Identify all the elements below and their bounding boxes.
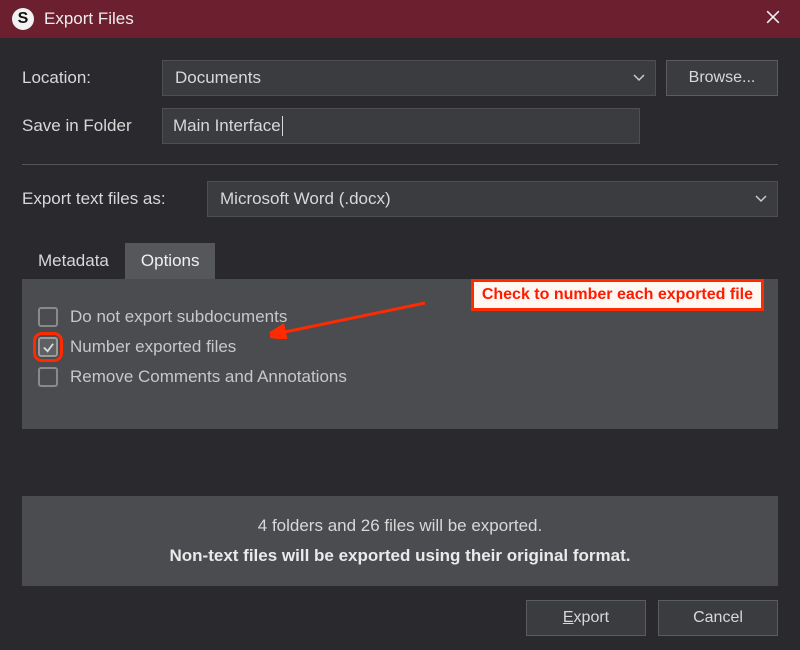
titlebar: S Export Files [0, 0, 800, 38]
export-button[interactable]: Export [526, 600, 646, 636]
status-panel: 4 folders and 26 files will be exported.… [22, 496, 778, 586]
format-value: Microsoft Word (.docx) [220, 189, 391, 209]
checkbox-number-files[interactable] [38, 337, 58, 357]
location-combo[interactable]: Documents [162, 60, 656, 96]
close-icon[interactable] [758, 10, 788, 28]
tab-options[interactable]: Options [125, 243, 216, 279]
export-dialog: S Export Files Location: Documents Brows… [0, 0, 800, 650]
folder-value: Main Interface [173, 116, 281, 136]
option-remove-label: Remove Comments and Annotations [70, 367, 347, 387]
annotation-highlight [36, 335, 60, 359]
format-combo[interactable]: Microsoft Word (.docx) [207, 181, 778, 217]
location-label: Location: [22, 68, 152, 88]
tabs: Metadata Options [22, 243, 778, 279]
folder-input[interactable]: Main Interface [162, 108, 640, 144]
app-icon: S [12, 8, 34, 30]
chevron-down-icon [755, 195, 767, 203]
tab-metadata[interactable]: Metadata [22, 243, 125, 279]
status-summary: 4 folders and 26 files will be exported. [38, 516, 762, 536]
chevron-down-icon [633, 74, 645, 82]
status-note: Non-text files will be exported using th… [38, 546, 762, 566]
browse-button[interactable]: Browse... [666, 60, 778, 96]
cancel-button[interactable]: Cancel [658, 600, 778, 636]
options-panel: Do not export subdocuments Number export… [22, 279, 778, 429]
dialog-body: Location: Documents Browse... Save in Fo… [0, 38, 800, 650]
location-value: Documents [175, 68, 261, 88]
dialog-buttons: Export Cancel [22, 600, 778, 636]
checkbox-subdocs[interactable] [38, 307, 58, 327]
checkbox-remove-comments[interactable] [38, 367, 58, 387]
text-caret [282, 116, 283, 136]
option-subdocs-label: Do not export subdocuments [70, 307, 287, 327]
format-label: Export text files as: [22, 189, 197, 209]
option-number-label: Number exported files [70, 337, 236, 357]
annotation-callout: Check to number each exported file [471, 279, 764, 311]
divider [22, 164, 778, 165]
folder-label: Save in Folder [22, 116, 152, 136]
window-title: Export Files [44, 9, 758, 29]
